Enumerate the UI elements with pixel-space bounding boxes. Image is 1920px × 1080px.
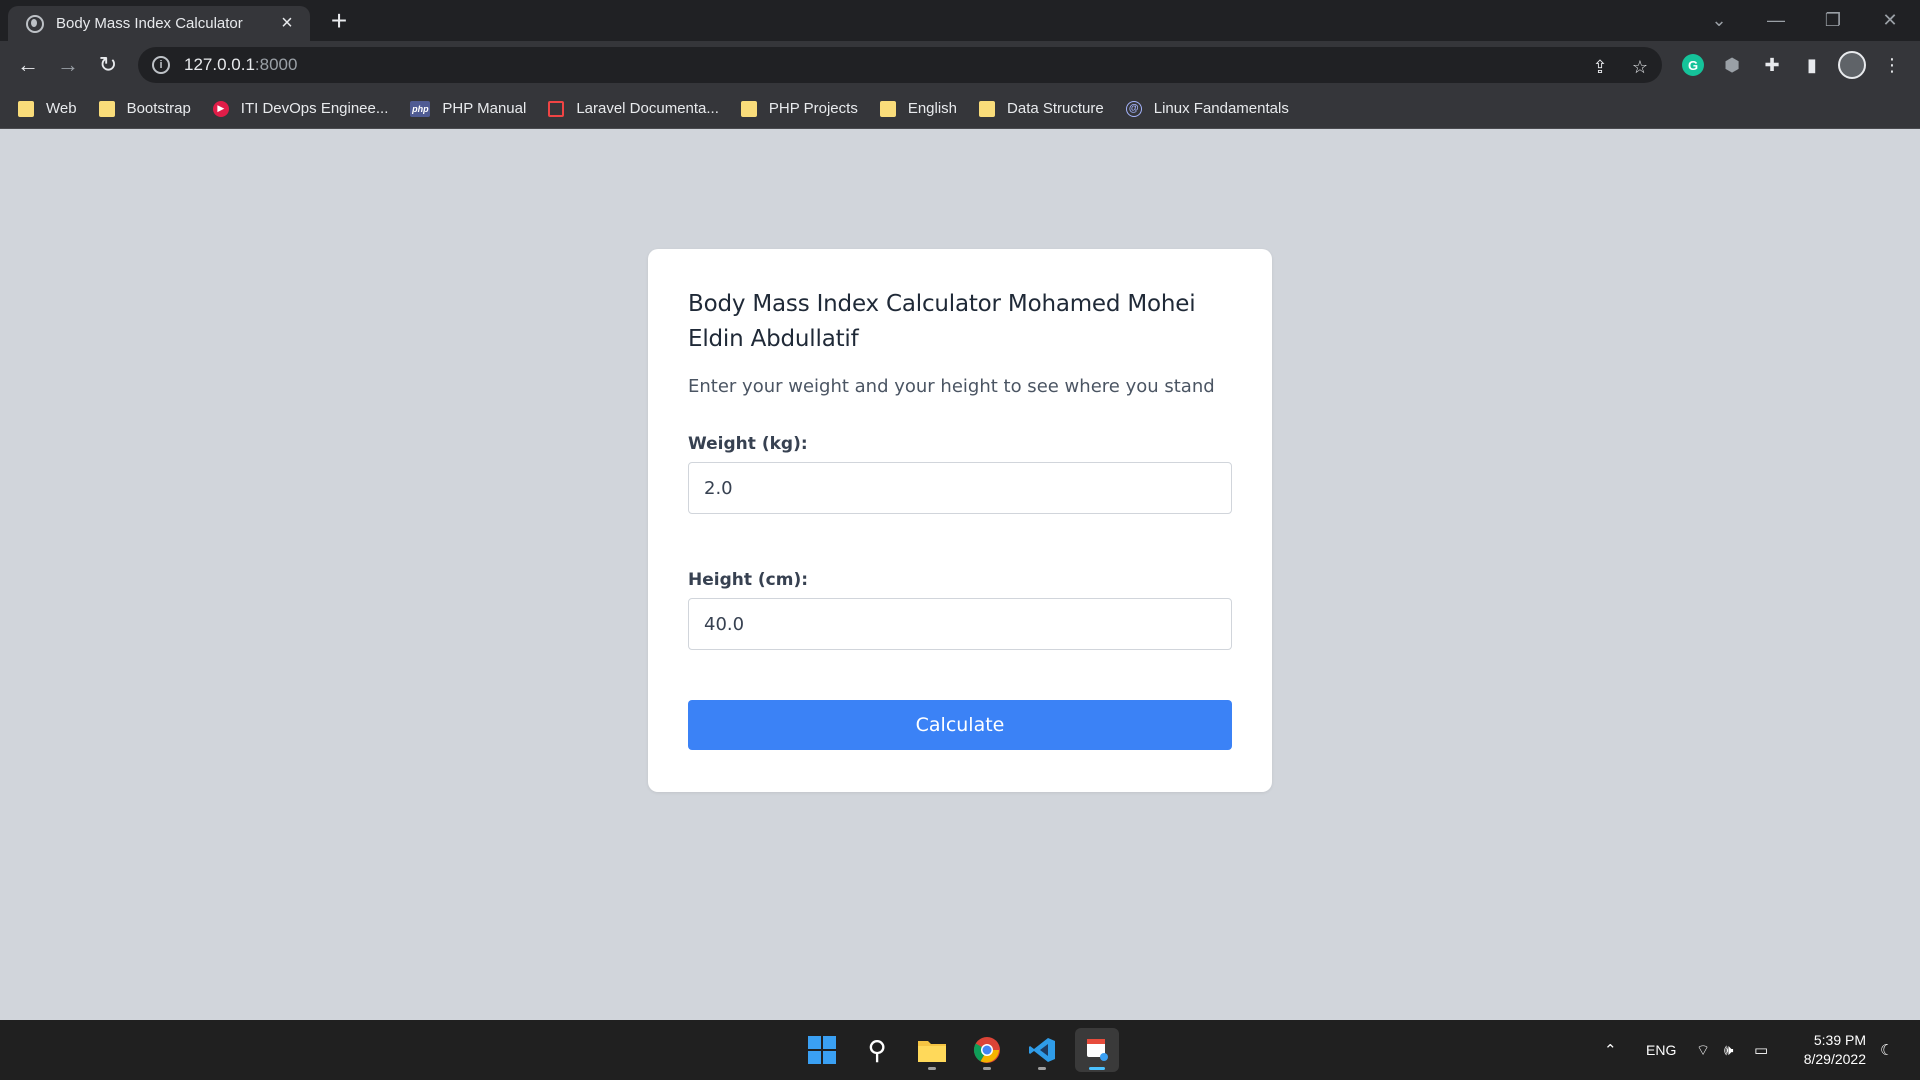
windows-logo-icon — [808, 1036, 836, 1064]
show-hidden-icons[interactable]: ⌃ — [1604, 1020, 1617, 1080]
linux-icon: @ — [1125, 100, 1142, 117]
weight-input[interactable]: 2.0 — [688, 462, 1232, 514]
bookmark-laravel[interactable]: Laravel Documenta... — [548, 100, 719, 117]
bookmark-label: Laravel Documenta... — [576, 100, 719, 117]
chrome-icon[interactable] — [965, 1028, 1009, 1072]
bookmark-label: PHP Projects — [768, 100, 858, 117]
bookmark-web[interactable]: Web — [18, 100, 77, 117]
browser-toolbar: ← → ↻ i 127.0.0.1 :8000 ⇪ ☆ G ⬢ ✚ ▮ ⋮ — [0, 41, 1920, 89]
profile-avatar[interactable] — [1838, 51, 1866, 79]
folder-icon — [740, 100, 757, 117]
share-icon[interactable]: ⇪ — [1588, 55, 1612, 79]
folder-icon — [879, 100, 896, 117]
page-subtitle: Enter your weight and your height to see… — [688, 376, 1215, 397]
calculate-button[interactable]: Calculate — [688, 700, 1232, 750]
start-button[interactable] — [800, 1028, 844, 1072]
weight-label: Weight (kg): — [688, 434, 808, 454]
page-title: Body Mass Index Calculator Mohamed Mohei… — [688, 291, 1196, 352]
windows-taskbar: ⚲ ⌃ ENG ⌔ 🕪 ▭ 5:39 PM 8/29/2022 ☾ — [0, 1020, 1920, 1080]
bookmark-label: English — [907, 100, 958, 117]
bookmark-star-icon[interactable]: ☆ — [1628, 55, 1652, 79]
folder-icon — [18, 100, 34, 117]
bmi-form-card: Body Mass Index Calculator Mohamed Mohei… — [648, 249, 1272, 792]
bookmark-english[interactable]: English — [879, 100, 958, 117]
bookmarks-bar: Web Bootstrap ▶ ITI DevOps Enginee... php… — [0, 89, 1920, 129]
iti-icon: ▶ — [212, 100, 229, 117]
vscode-icon[interactable] — [1020, 1028, 1064, 1072]
restore-button[interactable]: ❐ — [1805, 0, 1861, 40]
extensions-puzzle-icon[interactable]: ✚ — [1758, 51, 1786, 79]
bookmark-iti-devops[interactable]: ▶ ITI DevOps Enginee... — [212, 100, 389, 117]
folder-icon — [979, 100, 996, 117]
php-icon: php — [410, 100, 431, 117]
bookmark-linux[interactable]: @ Linux Fandamentals — [1125, 100, 1289, 117]
browser-tab-strip: Body Mass Index Calculator × + ⌄ — ❐ ✕ — [0, 0, 1920, 41]
extension-icon[interactable]: ⬢ — [1718, 51, 1746, 79]
bookmark-label: PHP Manual — [442, 100, 527, 117]
battery-icon[interactable]: ▭ — [1754, 1020, 1768, 1080]
height-label: Height (cm): — [688, 570, 809, 590]
bookmark-php-manual[interactable]: php PHP Manual — [410, 100, 526, 117]
bookmark-label: Bootstrap — [126, 100, 191, 117]
minimize-button[interactable]: — — [1748, 0, 1804, 40]
page-content: Body Mass Index Calculator Mohamed Mohei… — [0, 129, 1920, 1020]
bookmark-label: ITI DevOps Enginee... — [240, 100, 389, 117]
new-tab-button[interactable]: + — [324, 5, 354, 36]
clock-date: 8/29/2022 — [1803, 1051, 1866, 1067]
folder-icon — [98, 100, 115, 117]
bookmark-label: Linux Fandamentals — [1153, 100, 1289, 117]
side-panel-icon[interactable]: ▮ — [1798, 51, 1826, 79]
search-icon[interactable]: ⚲ — [855, 1028, 899, 1072]
grammarly-extension-icon[interactable]: G — [1682, 54, 1704, 76]
bookmark-bootstrap[interactable]: Bootstrap — [98, 100, 191, 117]
back-button[interactable]: ← — [12, 49, 44, 81]
bookmark-label: Data Structure — [1007, 100, 1104, 117]
tab-search-icon[interactable]: ⌄ — [1691, 0, 1747, 40]
bookmark-data-structure[interactable]: Data Structure — [979, 100, 1104, 117]
url-host: 127.0.0.1 — [184, 55, 255, 74]
close-window-button[interactable]: ✕ — [1862, 0, 1918, 40]
height-input[interactable]: 40.0 — [688, 598, 1232, 650]
site-info-icon[interactable]: i — [152, 56, 170, 74]
system-clock[interactable]: 5:39 PM 8/29/2022 — [1804, 1031, 1866, 1069]
volume-icon[interactable]: 🕪 — [1724, 1020, 1733, 1080]
address-bar[interactable]: i 127.0.0.1 :8000 ⇪ ☆ — [138, 47, 1662, 83]
more-menu-icon[interactable]: ⋮ — [1878, 51, 1906, 79]
browser-tab[interactable]: Body Mass Index Calculator × — [8, 6, 310, 41]
close-tab-icon[interactable]: × — [276, 12, 298, 35]
bookmark-php-projects[interactable]: PHP Projects — [740, 100, 858, 117]
snipping-tool-icon[interactable] — [1075, 1028, 1119, 1072]
laravel-icon — [548, 100, 565, 117]
clock-time: 5:39 PM — [1813, 1032, 1866, 1048]
url-port: :8000 — [254, 55, 298, 74]
globe-icon — [26, 14, 44, 33]
bookmark-label: Web — [46, 100, 77, 117]
reload-button[interactable]: ↻ — [92, 49, 124, 81]
file-explorer-icon[interactable] — [910, 1028, 954, 1072]
notification-moon-icon[interactable]: ☾ — [1880, 1020, 1893, 1080]
wifi-icon[interactable]: ⌔ — [1696, 1020, 1710, 1080]
forward-button[interactable]: → — [52, 49, 84, 81]
tab-title: Body Mass Index Calculator — [56, 15, 243, 32]
language-indicator[interactable]: ENG — [1646, 1020, 1676, 1080]
